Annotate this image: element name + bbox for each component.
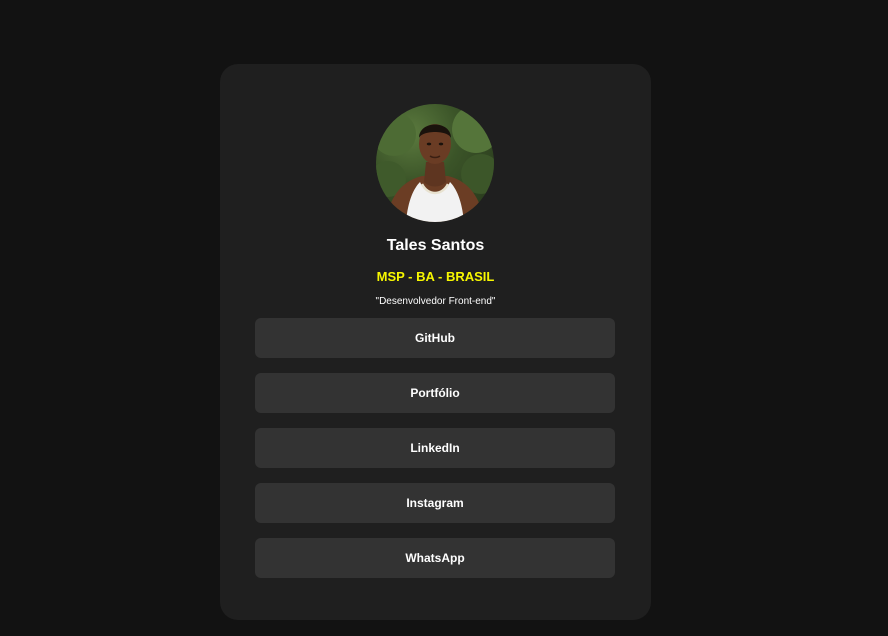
profile-photo-icon <box>376 105 494 222</box>
instagram-link-button[interactable]: Instagram <box>255 483 615 523</box>
avatar <box>376 104 494 222</box>
profile-location: MSP - BA - BRASIL <box>376 269 495 284</box>
github-link-button[interactable]: GitHub <box>255 318 615 358</box>
link-list: GitHub Portfólio LinkedIn Instagram What… <box>255 318 615 593</box>
profile-role: "Desenvolvedor Front-end" <box>375 296 496 307</box>
profile-name: Tales Santos <box>386 237 485 254</box>
portfolio-link-button[interactable]: Portfólio <box>255 373 615 413</box>
profile-card: Tales Santos MSP - BA - BRASIL "Desenvol… <box>220 64 651 620</box>
linkedin-link-button[interactable]: LinkedIn <box>255 428 615 468</box>
whatsapp-link-button[interactable]: WhatsApp <box>255 538 615 578</box>
